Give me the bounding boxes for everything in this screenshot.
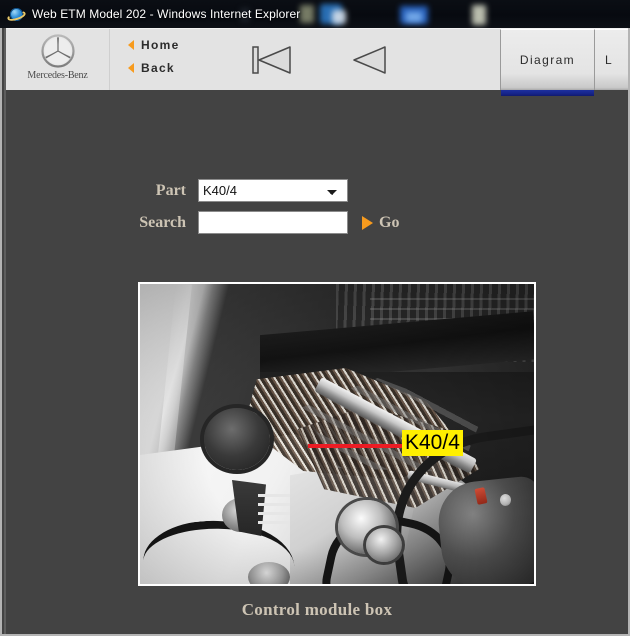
- search-input[interactable]: [198, 211, 348, 234]
- part-row: Part K40/4: [6, 179, 628, 202]
- skip-to-first-icon[interactable]: [250, 41, 294, 79]
- previous-icon[interactable]: [350, 41, 390, 79]
- tab-diagram[interactable]: Diagram: [500, 29, 594, 96]
- nav-links: Home Back: [110, 29, 228, 90]
- app-header-bar: Mercedes-Benz Home Back Diagram L: [6, 28, 628, 96]
- triangle-right-icon: [362, 215, 373, 230]
- back-link[interactable]: Back: [128, 61, 228, 75]
- back-link-label: Back: [141, 61, 175, 75]
- search-label: Search: [139, 213, 186, 231]
- diagram-image-frame[interactable]: K40/4: [138, 282, 536, 586]
- tab-diagram-label: Diagram: [519, 53, 576, 67]
- search-row: Search Go: [6, 211, 628, 234]
- taskbar-icon-blob: [472, 5, 486, 25]
- part-label: Part: [155, 181, 186, 199]
- engine-bay-photo: K40/4: [140, 284, 534, 584]
- tab-list[interactable]: L: [594, 29, 628, 90]
- tab-list-label: L: [605, 53, 614, 67]
- browser-window: Part K40/4 Search Go K40/4 Control modul…: [0, 28, 630, 636]
- taskbar-icon-blob: [406, 12, 422, 22]
- callout-label-k40-4: K40/4: [402, 430, 463, 456]
- screen: Web ETM Model 202 - Windows Internet Exp…: [0, 0, 630, 636]
- internet-explorer-icon: [6, 6, 27, 23]
- nav-arrow-buttons: [228, 29, 500, 90]
- triangle-left-icon: [128, 63, 134, 73]
- go-button-label: Go: [379, 213, 400, 231]
- window-title: Web ETM Model 202 - Windows Internet Exp…: [32, 7, 301, 21]
- triangle-left-icon: [128, 40, 134, 50]
- mercedes-benz-star-icon: [38, 32, 78, 72]
- window-titlebar: Web ETM Model 202 - Windows Internet Exp…: [0, 0, 310, 28]
- part-search-form: Part K40/4 Search Go: [6, 179, 628, 243]
- page-content: Part K40/4 Search Go K40/4 Control modul…: [6, 90, 628, 634]
- brand-logo: Mercedes-Benz: [6, 29, 110, 90]
- part-select[interactable]: K40/4: [198, 179, 348, 202]
- diagram-caption: Control module box: [241, 600, 393, 619]
- home-link[interactable]: Home: [128, 38, 228, 52]
- go-button[interactable]: Go: [362, 214, 399, 232]
- taskbar-icon-blob: [332, 10, 346, 24]
- header-tabs: Diagram L: [500, 29, 628, 96]
- home-link-label: Home: [141, 38, 180, 52]
